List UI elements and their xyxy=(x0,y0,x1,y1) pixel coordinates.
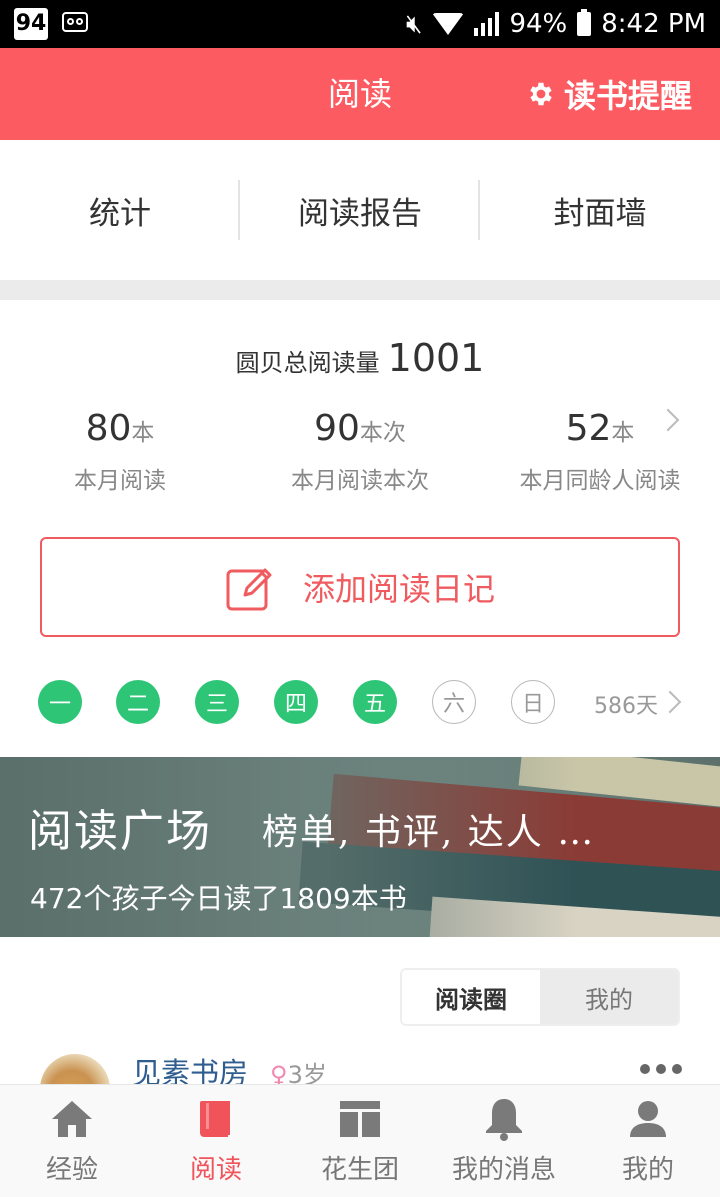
nav-label: 阅读 xyxy=(189,1155,242,1185)
banner-caption: 472个孩子今日读了1809本书 xyxy=(30,882,407,915)
stat-caption: 本月同龄人阅读 xyxy=(519,468,681,494)
chevron-right-icon[interactable] xyxy=(658,690,682,714)
gear-icon xyxy=(530,82,552,106)
signal-icon xyxy=(474,12,500,36)
weekday-sat[interactable]: 六 xyxy=(432,680,476,724)
banner-title: 阅读广场 xyxy=(28,806,212,857)
nav-item-peanut-group[interactable]: 花生团 xyxy=(288,1085,432,1197)
total-reading-label: 圆贝总阅读量 xyxy=(235,349,380,377)
app-header: 阅读 读书提醒 xyxy=(0,48,720,140)
segment-reading-circle[interactable]: 阅读圈 xyxy=(402,970,540,1024)
top-tabs: 统计 阅读报告 封面墙 xyxy=(0,140,720,280)
voicemail-icon xyxy=(62,12,88,32)
banner-subtitle: 榜单, 书评, 达人 … xyxy=(262,812,596,853)
nav-label: 我的消息 xyxy=(451,1155,556,1185)
add-reading-diary-label: 添加阅读日记 xyxy=(302,570,495,608)
weekday-sun[interactable]: 日 xyxy=(511,680,555,724)
edit-icon xyxy=(226,568,272,611)
nav-item-experience[interactable]: 经验 xyxy=(0,1085,144,1197)
stat-value: 80 xyxy=(85,408,132,449)
tab-reading-report[interactable]: 阅读报告 xyxy=(240,140,480,280)
notification-badge: 94 xyxy=(14,8,48,40)
weekday-thu[interactable]: 四 xyxy=(274,680,318,724)
section-divider xyxy=(0,280,720,300)
nav-label: 我的 xyxy=(621,1155,674,1185)
weekday-wed[interactable]: 三 xyxy=(195,680,239,724)
reading-square-banner[interactable]: 阅读广场 榜单, 书评, 达人 … 472个孩子今日读了1809本书 xyxy=(0,757,720,937)
nav-item-messages[interactable]: 我的消息 xyxy=(432,1085,576,1197)
weekday-tue[interactable]: 二 xyxy=(116,680,160,724)
stat-month-sessions[interactable]: 90本次 本月阅读本次 xyxy=(240,408,480,495)
group-icon xyxy=(340,1101,380,1137)
segment-mine[interactable]: 我的 xyxy=(540,970,678,1024)
add-reading-diary-button[interactable]: 添加阅读日记 xyxy=(40,537,680,637)
person-icon xyxy=(630,1101,666,1137)
clock: 8:42 PM xyxy=(601,9,706,39)
weekday-mon[interactable]: 一 xyxy=(38,680,82,724)
nav-label: 经验 xyxy=(45,1155,98,1185)
total-reading-value: 1001 xyxy=(387,336,485,380)
stat-unit: 本次 xyxy=(359,420,406,446)
status-indicators: 🔇︎ 94% 8:42 PM xyxy=(406,0,706,48)
stat-peer-reading[interactable]: 52本 本月同龄人阅读 xyxy=(480,408,720,495)
feed-segment-control: 阅读圈 我的 xyxy=(400,968,680,1026)
book-icon xyxy=(200,1101,230,1137)
bottom-nav: 经验 阅读 花生团 我的消息 我的 xyxy=(0,1084,720,1197)
nav-label: 花生团 xyxy=(320,1155,399,1185)
stat-unit: 本 xyxy=(611,420,635,446)
more-options-icon[interactable] xyxy=(640,1064,682,1074)
streak-days[interactable]: 586天 xyxy=(594,688,658,720)
tab-statistics[interactable]: 统计 xyxy=(0,140,240,280)
home-icon xyxy=(52,1101,92,1137)
battery-percent: 94% xyxy=(509,9,568,39)
total-reading: 圆贝总阅读量 1001 xyxy=(0,336,720,380)
stat-value: 52 xyxy=(565,408,612,449)
stat-unit: 本 xyxy=(131,420,155,446)
stat-caption: 本月阅读本次 xyxy=(291,468,429,494)
stat-caption: 本月阅读 xyxy=(74,468,166,494)
battery-icon xyxy=(577,9,592,36)
stat-value: 90 xyxy=(314,408,360,449)
stat-month-reading[interactable]: 80本 本月阅读 xyxy=(0,408,240,495)
status-bar: 94 🔇︎ 94% 8:42 PM xyxy=(0,0,720,48)
weekday-fri[interactable]: 五 xyxy=(353,680,397,724)
reminder-label: 读书提醒 xyxy=(563,77,692,115)
bell-icon xyxy=(486,1099,522,1141)
nav-item-reading[interactable]: 阅读 xyxy=(144,1085,288,1197)
mute-icon: 🔇︎ xyxy=(406,8,423,39)
reading-reminder-button[interactable]: 读书提醒 xyxy=(526,48,692,140)
nav-item-mine[interactable]: 我的 xyxy=(576,1085,720,1197)
tab-cover-wall[interactable]: 封面墙 xyxy=(480,140,720,280)
wifi-icon xyxy=(432,13,465,35)
